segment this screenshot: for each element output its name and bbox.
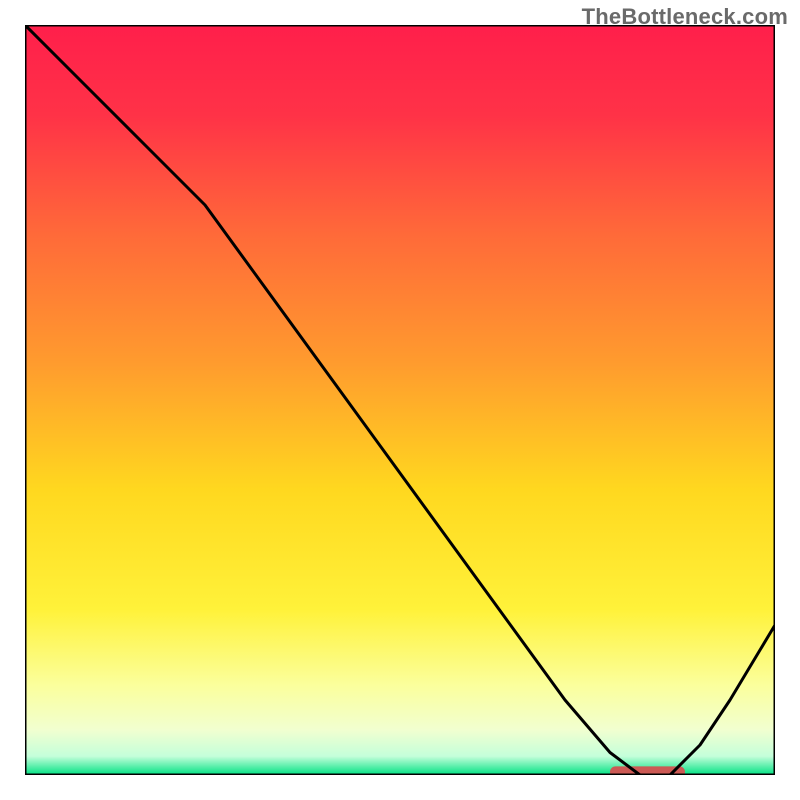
watermark-text: TheBottleneck.com (582, 4, 788, 30)
plot-area (25, 25, 775, 775)
chart-root: TheBottleneck.com (0, 0, 800, 800)
plot-svg (25, 25, 775, 775)
